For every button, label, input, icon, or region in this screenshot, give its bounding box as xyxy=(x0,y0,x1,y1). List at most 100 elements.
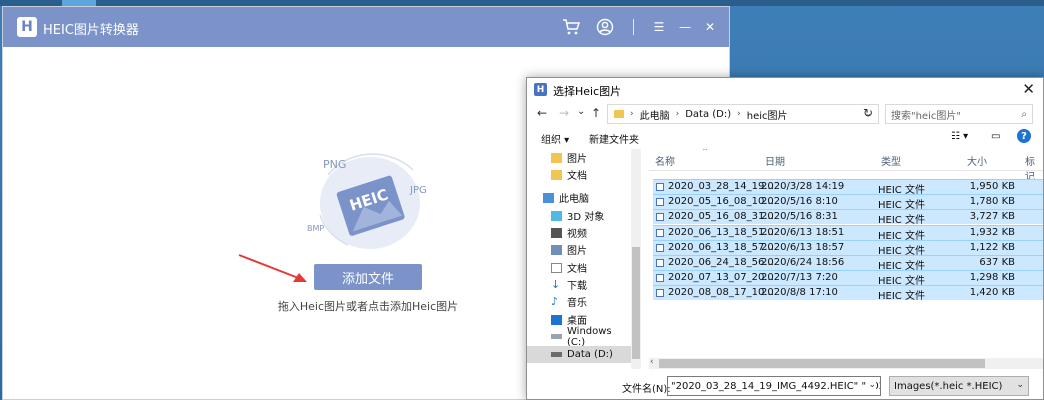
dialog-close-icon[interactable]: ✕ xyxy=(1022,80,1035,98)
file-date: 2020/5/16 8:10 xyxy=(761,196,838,208)
drop-hint: 拖入Heic图片或者点击添加Heic图片 xyxy=(277,300,459,313)
column-name[interactable]: 名称 xyxy=(655,153,675,168)
file-size: 3,727 KB xyxy=(969,211,1015,223)
user-icon[interactable] xyxy=(595,17,615,37)
music-icon: ♪ xyxy=(551,294,559,308)
tree-scrollbar[interactable] xyxy=(631,149,641,369)
tree-item-label: Windows (C:) xyxy=(567,325,612,348)
tree-item-this-pc[interactable]: 此电脑 xyxy=(527,189,631,206)
file-date: 2020/7/13 7:20 xyxy=(761,272,838,284)
address-bar[interactable]: › 此电脑 › Data (D:) › heic图片 ⌄ xyxy=(607,104,879,124)
app-logo-icon: H xyxy=(17,17,37,37)
forward-icon[interactable]: → xyxy=(559,106,569,120)
tree-item-music[interactable]: ♪ 音乐 xyxy=(527,293,631,310)
dialog-logo-icon: H xyxy=(534,83,547,96)
file-row[interactable]: 2020_07_13_07_20... 2020/7/13 7:20 HEIC 文件… xyxy=(653,270,1043,287)
video-icon xyxy=(551,227,562,238)
hero-jpg-label: JPG xyxy=(409,185,427,196)
tree-scrollbar-thumb[interactable] xyxy=(632,247,640,359)
tree-item-documents[interactable]: 文档 xyxy=(527,259,631,276)
file-size: 1,780 KB xyxy=(969,196,1015,208)
heic-file-icon xyxy=(656,198,664,207)
refresh-icon[interactable]: ↻ xyxy=(863,106,873,120)
filename-input[interactable]: "2020_03_28_14_19_IMG_4492.HEIC" "2020_0… xyxy=(667,376,881,396)
up-icon[interactable]: ↑ xyxy=(591,106,601,120)
filename-label: 文件名(N): xyxy=(622,384,671,395)
folder-icon xyxy=(614,110,624,118)
drive-icon xyxy=(551,334,562,339)
file-row[interactable]: 2020_05_16_08_31... 2020/5/16 8:31 HEIC 文件… xyxy=(653,209,1043,226)
heic-file-icon xyxy=(656,183,664,191)
command-bar: 组织 ▾ 新建文件夹 ☷ ▾ ▭ ? xyxy=(527,127,1043,149)
file-row[interactable]: 2020_08_08_17_10... 2020/8/8 17:10 HEIC 文件… xyxy=(653,285,1043,303)
file-date: 2020/6/13 18:57 xyxy=(761,241,845,253)
file-type: HEIC 文件 xyxy=(878,291,925,303)
heic-file-icon xyxy=(656,289,664,298)
tree-item-label: Data (D:) xyxy=(567,349,613,360)
file-row[interactable]: 2020_06_24_18_56... 2020/6/24 18:56 HEIC 文… xyxy=(653,255,1043,272)
file-date: 2020/3/28 14:19 xyxy=(761,181,845,192)
chevron-right-icon: › xyxy=(675,109,680,119)
file-size: 637 KB xyxy=(979,257,1015,268)
tree-item-3d-objects[interactable]: 3D 对象 xyxy=(527,207,631,224)
filetype-select[interactable]: Images(*.heic *.HEIC) ⌄ xyxy=(889,376,1029,396)
hscrollbar-thumb[interactable] xyxy=(659,359,985,368)
desktop-icon xyxy=(551,314,562,325)
tree-item-label: 图片 xyxy=(567,246,587,257)
file-row[interactable]: 2020_06_13_18_57... 2020/6/13 18:57 HEIC 文… xyxy=(653,239,1043,257)
search-input[interactable]: 搜索"heic图片" ⌕ xyxy=(885,104,1033,124)
app-titlebar: H HEIC图片转换器 ☰ — ✕ xyxy=(3,7,729,47)
file-row[interactable]: 2020_05_16_08_10... 2020/5/16 8:10 HEIC 文件… xyxy=(653,194,1043,211)
organize-button[interactable]: 组织 ▾ xyxy=(541,131,569,146)
search-icon: ⌕ xyxy=(1021,108,1027,120)
tree-item-label: 文档 xyxy=(567,264,587,275)
file-list-hscrollbar[interactable]: ‹ xyxy=(649,357,1043,369)
tree-item-label: 图片 xyxy=(567,154,587,165)
file-date: 2020/5/16 8:31 xyxy=(761,211,838,223)
cube-icon xyxy=(551,210,562,221)
recent-locations-icon[interactable]: ⌄ xyxy=(577,106,585,117)
tree-item-pictures-quick[interactable]: 图片 xyxy=(527,149,631,166)
minimize-icon[interactable]: — xyxy=(675,17,695,37)
tree-item-windows-drive[interactable]: Windows (C:) xyxy=(527,325,631,348)
app-title: HEIC图片转换器 xyxy=(43,23,139,38)
column-type[interactable]: 类型 xyxy=(881,153,901,168)
tree-item-data-drive[interactable]: Data (D:) xyxy=(527,346,631,363)
menu-icon[interactable]: ☰ xyxy=(649,17,669,37)
file-date: 2020/8/8 17:10 xyxy=(761,287,838,299)
tree-item-downloads[interactable]: ↓ 下载 xyxy=(527,276,631,293)
back-icon[interactable]: ← xyxy=(537,106,547,120)
view-options-icon[interactable]: ☷ ▾ xyxy=(951,131,968,142)
file-row[interactable]: 2020_06_13_18_51... 2020/6/13 18:51 HEIC 文… xyxy=(653,224,1043,242)
add-file-button[interactable]: 添加文件 xyxy=(314,264,422,290)
tree-item-videos[interactable]: 视频 xyxy=(527,224,631,241)
breadcrumb-heic-folder[interactable]: heic图片 xyxy=(747,107,788,122)
filename-value: "2020_03_28_14_19_IMG_4492.HEIC" "2020_0… xyxy=(671,380,880,392)
scroll-left-icon[interactable]: ‹ xyxy=(650,357,654,367)
tree-item-label: 下载 xyxy=(567,281,587,292)
heic-file-icon xyxy=(656,213,664,222)
file-open-dialog: H 选择Heic图片 ✕ ← → ⌄ ↑ › 此电脑 › Data (D:) ›… xyxy=(526,77,1044,400)
tree-item-label: 此电脑 xyxy=(559,194,589,205)
filename-row: 文件名(N): "2020_03_28_14_19_IMG_4492.HEIC"… xyxy=(527,376,1043,398)
close-icon[interactable]: ✕ xyxy=(700,17,720,37)
red-arrow-icon xyxy=(238,254,307,282)
help-icon[interactable]: ? xyxy=(1017,129,1031,143)
download-icon: ↓ xyxy=(551,277,561,291)
tree-item-label: 音乐 xyxy=(567,298,587,309)
tree-item-pictures[interactable]: 图片 xyxy=(527,241,631,258)
heic-illustration: HEIC PNG JPG BMP xyxy=(307,153,427,249)
filename-dropdown-icon[interactable]: ⌄ xyxy=(866,380,876,390)
breadcrumb-this-pc[interactable]: 此电脑 xyxy=(640,107,670,122)
breadcrumb-data-drive[interactable]: Data (D:) xyxy=(685,109,731,120)
navigation-bar: ← → ⌄ ↑ › 此电脑 › Data (D:) › heic图片 ⌄ ↻ 搜… xyxy=(527,102,1043,126)
file-row[interactable]: 2020_03_28_14_19... 2020/3/28 14:19 HEIC 文… xyxy=(653,179,1043,196)
column-date[interactable]: 日期 xyxy=(765,153,785,168)
file-name: 2020_06_13_18_57... xyxy=(668,241,774,253)
tree-item-documents-quick[interactable]: 文档 xyxy=(527,166,631,183)
navigation-tree: 图片 文档 此电脑 3D 对象 视频 图片 文档 ↓ 下载 ♪ 音乐 桌面 Wi… xyxy=(527,149,641,369)
new-folder-button[interactable]: 新建文件夹 xyxy=(589,131,639,146)
column-size[interactable]: 大小 xyxy=(967,153,987,168)
cart-icon[interactable] xyxy=(561,17,581,37)
preview-pane-icon[interactable]: ▭ xyxy=(991,131,1000,142)
